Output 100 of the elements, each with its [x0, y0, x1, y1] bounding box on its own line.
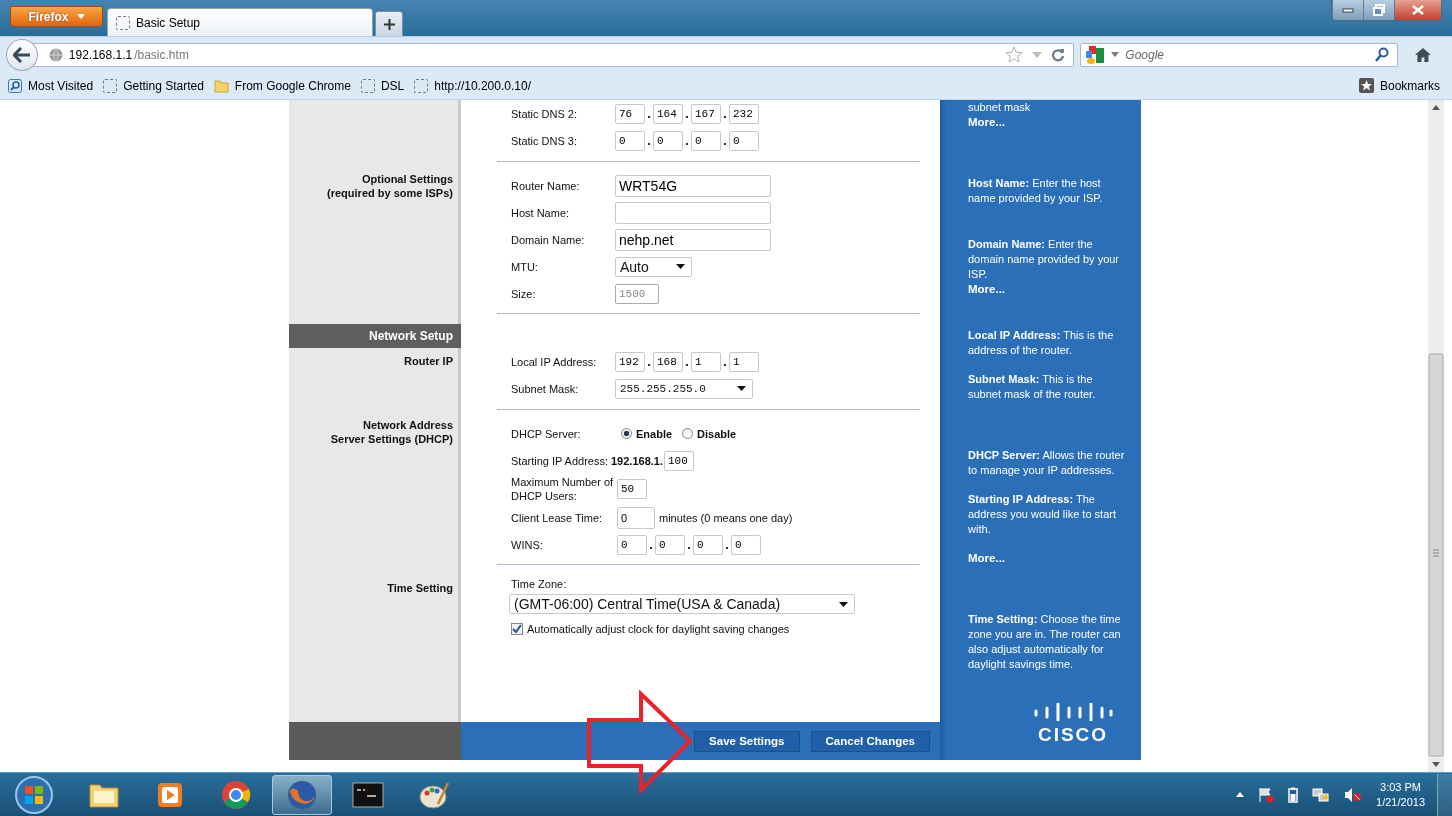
radio-button[interactable]	[621, 428, 632, 439]
octet-field[interactable]: 192	[615, 351, 645, 372]
reload-icon[interactable]	[1051, 47, 1066, 62]
number-field[interactable]: 50	[617, 479, 647, 499]
page-icon	[103, 78, 118, 93]
search-icon[interactable]	[1375, 47, 1390, 62]
footer-button[interactable]: Cancel Changes	[810, 730, 930, 752]
globe-fox-icon	[286, 778, 318, 811]
field-label: Host Name:	[511, 206, 571, 219]
more-link[interactable]: More...	[968, 282, 1127, 297]
bars-logo-icon	[1033, 703, 1113, 721]
page-icon	[414, 78, 429, 93]
octet-field[interactable]: 76	[615, 103, 645, 124]
start-button[interactable]	[14, 774, 54, 815]
octet-field[interactable]: 167	[691, 103, 721, 124]
close-button[interactable]	[1394, 0, 1441, 20]
checkbox[interactable]	[511, 623, 523, 635]
octet-field[interactable]: 0	[617, 534, 647, 555]
octet-field[interactable]: 1	[691, 351, 721, 372]
field-label: DHCP Server:	[511, 427, 582, 440]
help-text: subnet mask	[968, 100, 1032, 115]
octet-field[interactable]: 232	[729, 103, 759, 124]
new-tab-button[interactable]	[375, 11, 403, 36]
caret-icon[interactable]	[1111, 52, 1120, 57]
section-label: Optional Settings (required by some ISPs)	[326, 172, 453, 200]
octet-field[interactable]: 100	[664, 450, 694, 471]
section-label: Network Address Server Settings (DHCP)	[329, 418, 453, 446]
radio-label: Enable	[636, 427, 673, 440]
radio-button[interactable]	[682, 428, 694, 439]
caret-icon	[737, 386, 746, 391]
magnifier-page-icon	[8, 78, 22, 93]
help-text: Time Setting: Choose the time zone you are in. The router can also adjust automatically for daylight savings time.	[968, 612, 1122, 672]
minimize-icon	[1342, 7, 1354, 13]
help-text: Subnet Mask: This is the subnet mask of the router.	[968, 372, 1097, 402]
help-text: Starting IP Address: The address you would like to start with.	[968, 492, 1117, 537]
play-icon	[156, 780, 184, 809]
octet-field[interactable]: 168	[653, 351, 683, 372]
field-note: minutes (0 means one day)	[659, 511, 793, 524]
octet-field[interactable]: 0	[693, 534, 723, 555]
text-field[interactable]: nehp.net	[615, 228, 771, 251]
octet-field[interactable]: 0	[615, 130, 645, 151]
browser-tab[interactable]: Basic Setup	[107, 8, 373, 36]
bookmark-item[interactable]: http://10.200.0.10/	[414, 78, 531, 93]
field-label: Maximum Number of DHCP Users:	[511, 475, 615, 503]
help-text: Domain Name: Enter the domain name provided by your ISP.	[968, 237, 1121, 282]
field-label: Time Zone:	[511, 578, 568, 590]
star-icon[interactable]	[1005, 46, 1024, 63]
field-label: Size:	[511, 287, 537, 300]
back-button[interactable]	[6, 38, 38, 71]
octet-field[interactable]: 0	[691, 130, 721, 151]
bookmark-item[interactable]: DSL	[360, 78, 405, 93]
caret-icon	[76, 14, 85, 19]
show-desktop-button[interactable]	[1437, 773, 1452, 816]
more-link[interactable]: More...	[968, 115, 1127, 130]
field-label: Local IP Address:	[511, 355, 598, 368]
footer-button[interactable]: Save Settings	[694, 730, 800, 752]
bookmark-item[interactable]: Most Visited	[8, 78, 94, 93]
flag-icon[interactable]	[1258, 786, 1275, 803]
help-text: Local IP Address: This is the address of the router.	[968, 328, 1115, 358]
text-field[interactable]: WRT54G	[615, 174, 771, 197]
field-label: Domain Name:	[511, 233, 586, 246]
octet-field[interactable]: 0	[729, 130, 759, 151]
minimize-button[interactable]	[1332, 0, 1363, 20]
page-icon	[116, 15, 130, 30]
octet-field[interactable]: 164	[653, 103, 683, 124]
more-link[interactable]: More...	[968, 551, 1127, 566]
restore-button[interactable]	[1363, 0, 1394, 20]
checkbox-label: Automatically adjust clock for daylight saving changes	[527, 623, 790, 635]
muted-speaker-icon[interactable]	[1344, 786, 1363, 803]
clock-date: 1/21/2013	[1376, 794, 1425, 810]
time-zone-dropdown[interactable]: (GMT-06:00) Central Time(USA & Canada)	[509, 594, 855, 614]
tricolor-circle-icon	[221, 779, 251, 810]
battery-icon[interactable]	[1288, 786, 1299, 803]
bookmark-item[interactable]: From Google Chrome	[213, 78, 351, 93]
octet-field[interactable]: 0	[655, 534, 685, 555]
terminal-icon	[352, 781, 384, 808]
taskbar-button[interactable]	[272, 774, 332, 815]
bookmarks-menu-button[interactable]: Bookmarks	[1358, 78, 1440, 93]
caret-icon	[839, 601, 848, 607]
number-field[interactable]: 0	[617, 506, 655, 529]
help-text: Host Name: Enter the host name provided by your ISP.	[968, 176, 1104, 206]
scrollbar[interactable]	[1428, 100, 1444, 772]
multicolor-logo-icon	[1085, 44, 1106, 65]
radio-label: Disable	[697, 427, 737, 440]
clock-time: 3:03 PM	[1380, 779, 1421, 795]
bookmark-item[interactable]: Getting Started	[103, 78, 204, 93]
caret-icon	[676, 264, 685, 269]
search-field[interactable]: Google	[1080, 42, 1399, 67]
octet-field[interactable]: 1	[729, 351, 759, 372]
dropdown[interactable]: Auto	[615, 256, 692, 277]
home-icon[interactable]	[1414, 46, 1432, 63]
dropdown[interactable]: 255.255.255.0	[615, 378, 753, 399]
field-label: Subnet Mask:	[511, 382, 580, 395]
up-arrow-icon[interactable]	[1236, 792, 1245, 797]
octet-field[interactable]: 0	[653, 130, 683, 151]
page-icon	[360, 78, 375, 93]
octet-field[interactable]: 0	[731, 534, 761, 555]
network-icon[interactable]	[1312, 786, 1331, 803]
plus-icon	[383, 18, 395, 30]
text-field[interactable]	[615, 201, 771, 224]
